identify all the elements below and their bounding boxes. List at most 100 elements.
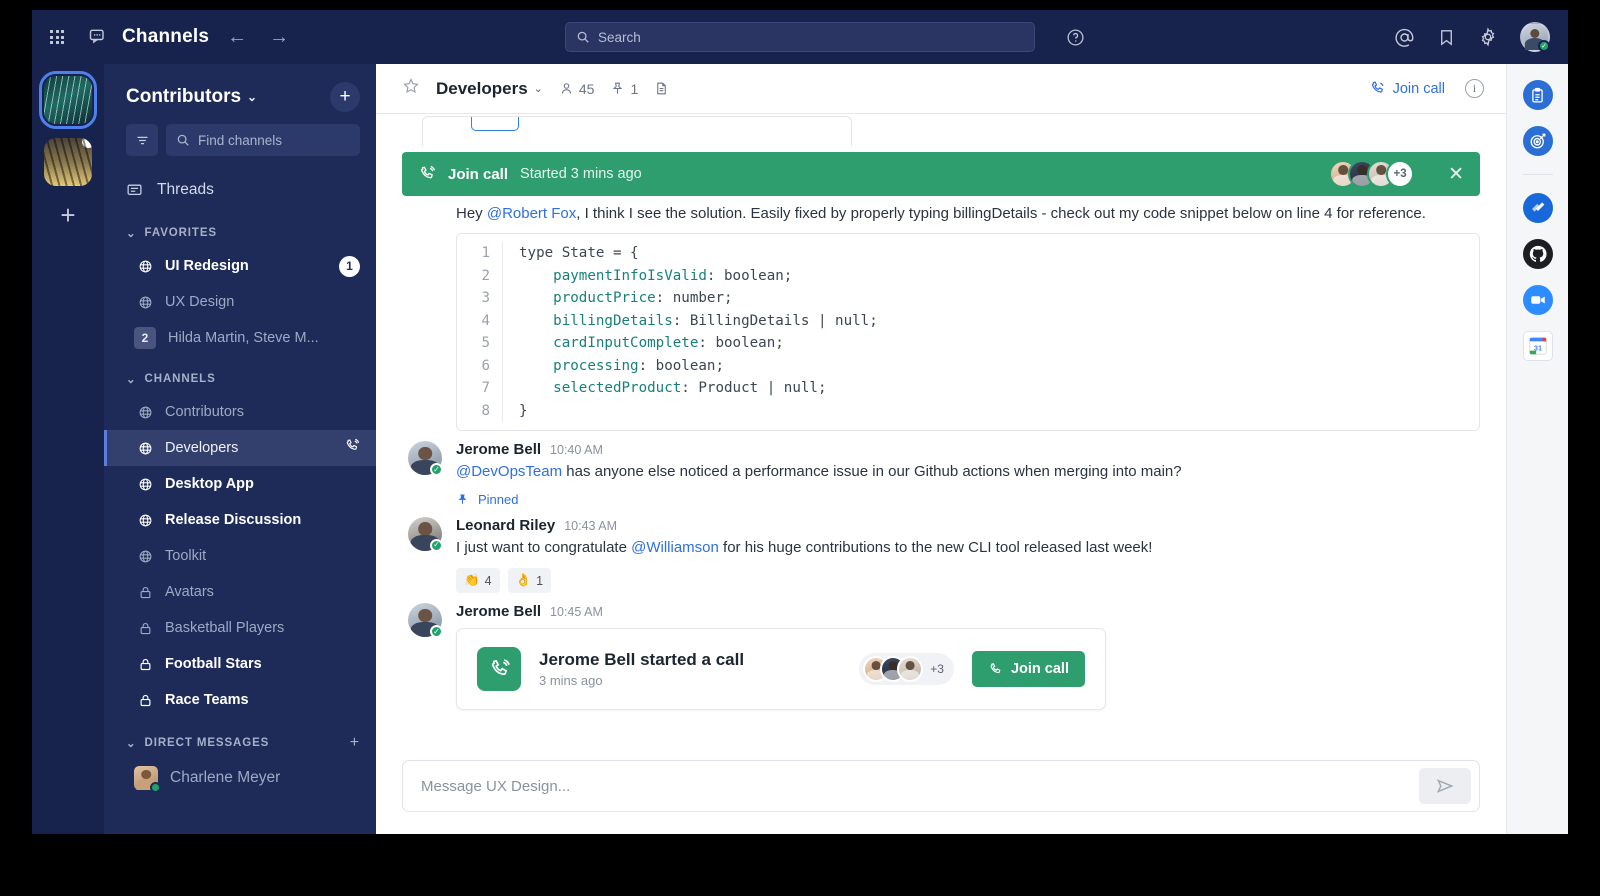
code-line: 1 type State = {	[457, 242, 1479, 265]
sidebar-item-contributors[interactable]: Contributors	[104, 394, 376, 430]
pins-count[interactable]: 1	[610, 81, 638, 97]
message-input[interactable]: Message UX Design...	[402, 760, 1480, 812]
line-number: 7	[457, 377, 503, 400]
sidebar-section-favorites[interactable]: ⌄ FAVORITES	[104, 210, 376, 248]
gear-icon[interactable]	[1478, 27, 1498, 47]
message-input-placeholder: Message UX Design...	[421, 777, 571, 795]
find-channels-input[interactable]: Find channels	[166, 124, 360, 156]
card-button-stub[interactable]	[471, 117, 519, 131]
banner-subtitle: Started 3 mins ago	[520, 166, 642, 182]
phone-call-icon[interactable]	[344, 438, 360, 458]
workspace-tile-1[interactable]	[39, 71, 97, 129]
search-input[interactable]: Search	[565, 22, 1035, 52]
chat-bubble-icon[interactable]	[88, 27, 108, 47]
arrow-right-icon[interactable]: →	[265, 26, 293, 49]
sidebar-header: Contributors ⌄ +	[104, 64, 376, 122]
chevron-down-icon: ⌄	[247, 90, 258, 104]
reaction-chip[interactable]: 👌 1	[507, 568, 552, 594]
participant-avatars[interactable]: +3	[1329, 160, 1415, 188]
sidebar-item-toolkit[interactable]: Toolkit	[104, 538, 376, 574]
sidebar-item-desktop-app[interactable]: Desktop App	[104, 466, 376, 502]
jira-app-icon[interactable]	[1522, 193, 1553, 223]
send-button[interactable]	[1419, 768, 1471, 804]
sidebar-item-ux-design[interactable]: UX Design	[104, 284, 376, 320]
sidebar-item-football-stars[interactable]: Football Stars	[104, 646, 376, 682]
github-app-icon[interactable]	[1522, 239, 1553, 269]
message-author[interactable]: Jerome Bell	[456, 603, 541, 620]
reaction-chip[interactable]: 👏 4	[456, 568, 500, 594]
message-text-after: for his huge contributions to the new CL…	[718, 538, 1153, 556]
section-label: CHANNELS	[144, 373, 216, 385]
new-item-button[interactable]: +	[330, 82, 360, 112]
online-status-dot: ✓	[430, 463, 443, 477]
sidebar-item-developers[interactable]: Developers	[104, 430, 376, 466]
at-mention-icon[interactable]	[1394, 27, 1415, 48]
sidebar-item-release-discussion[interactable]: Release Discussion	[104, 502, 376, 538]
sidebar-item-avatars[interactable]: Avatars	[104, 574, 376, 610]
call-card-join-label: Join call	[1010, 661, 1069, 678]
workspace-switcher[interactable]: Contributors ⌄	[126, 86, 257, 108]
zoom-app-icon[interactable]	[1522, 285, 1553, 315]
mention-link[interactable]: @DevOpsTeam	[456, 463, 562, 480]
call-card-join-button[interactable]: Join call	[971, 651, 1085, 688]
banner-join-call-label[interactable]: Join call	[448, 166, 508, 183]
sidebar-section-channels[interactable]: ⌄ CHANNELS	[104, 356, 376, 394]
code-text: processing: boolean;	[519, 357, 725, 374]
add-workspace-button[interactable]: +	[60, 202, 75, 228]
help-circle-icon[interactable]	[1066, 28, 1085, 47]
members-count[interactable]: 45	[559, 81, 594, 97]
avatar[interactable]: ✓	[408, 441, 443, 477]
message-header: Leonard Riley 10:43 AM	[456, 517, 1480, 534]
info-icon[interactable]: i	[1465, 79, 1484, 98]
top-bar-left: Channels ← →	[50, 26, 293, 49]
channel-sidebar: Contributors ⌄ + Find channels Threads ⌄…	[104, 64, 376, 834]
avatar[interactable]: ✓	[408, 603, 443, 639]
composer-area: Message UX Design...	[376, 750, 1506, 834]
sidebar-item-charlene-meyer[interactable]: Charlene Meyer	[104, 760, 376, 796]
sidebar-item-basketball-players[interactable]: Basketball Players	[104, 610, 376, 646]
code-text: selectedProduct: Product | null;	[519, 380, 827, 397]
message-text-rest: has anyone else noticed a performance is…	[562, 463, 1182, 481]
message-body: Jerome Bell 10:45 AM Jerome Bell started…	[456, 603, 1480, 711]
main-panel: Developers ⌄ 45 1 Join call i Join call …	[376, 64, 1506, 834]
chevron-down-icon: ⌄	[126, 738, 137, 750]
document-icon[interactable]	[654, 81, 669, 96]
add-dm-button[interactable]: +	[350, 734, 360, 752]
workspace-tile-2[interactable]	[44, 138, 92, 186]
filter-icon[interactable]	[126, 124, 158, 156]
top-bar-title: Channels	[122, 26, 210, 47]
message-list[interactable]: Join call Started 3 mins ago +3 ✕ Hey @R…	[376, 114, 1506, 750]
sidebar-item-race-teams[interactable]: Race Teams	[104, 682, 376, 718]
star-icon[interactable]	[402, 77, 420, 100]
target-app-icon[interactable]	[1522, 126, 1553, 156]
user-avatar[interactable]: ✓	[1520, 22, 1550, 52]
message-author[interactable]: Leonard Riley	[456, 517, 555, 534]
message-author[interactable]: Jerome Bell	[456, 441, 541, 458]
sidebar-item-group-dm[interactable]: 2 Hilda Martin, Steve M...	[104, 320, 376, 356]
close-icon[interactable]: ✕	[1448, 165, 1464, 184]
sidebar-item-ui-redesign[interactable]: UI Redesign 1	[104, 248, 376, 284]
mention-link[interactable]: @Williamson	[631, 539, 719, 556]
sidebar-item-label: Avatars	[165, 584, 214, 600]
call-card-participants[interactable]: +3	[859, 653, 954, 686]
arrow-left-icon[interactable]: ←	[223, 26, 251, 49]
apps-grid-icon[interactable]	[50, 30, 64, 44]
mention-link[interactable]: @Robert Fox	[487, 205, 576, 222]
globe-icon	[139, 442, 152, 454]
message-text: I just want to congratulate @Williamson …	[456, 537, 1480, 560]
google-calendar-app-icon[interactable]: 31	[1522, 331, 1553, 361]
clipboard-app-icon[interactable]	[1522, 80, 1553, 110]
code-line: 8}	[457, 399, 1479, 423]
sidebar-scroll[interactable]: Threads ⌄ FAVORITES UI Redesign 1 UX Des…	[104, 170, 376, 834]
unread-badge: 1	[339, 255, 360, 277]
workspace-rail: +	[32, 64, 104, 834]
bookmark-icon[interactable]	[1437, 28, 1456, 47]
message-text-before: I just want to congratulate	[456, 538, 632, 556]
line-number: 2	[457, 264, 503, 288]
avatar[interactable]: ✓	[408, 516, 443, 552]
join-call-button[interactable]: Join call	[1369, 80, 1445, 97]
reaction-emoji: 👏	[464, 573, 480, 588]
channel-title[interactable]: Developers ⌄	[436, 79, 543, 99]
sidebar-section-direct-messages[interactable]: ⌄ DIRECT MESSAGES +	[104, 718, 376, 760]
sidebar-item-threads[interactable]: Threads	[104, 170, 376, 210]
